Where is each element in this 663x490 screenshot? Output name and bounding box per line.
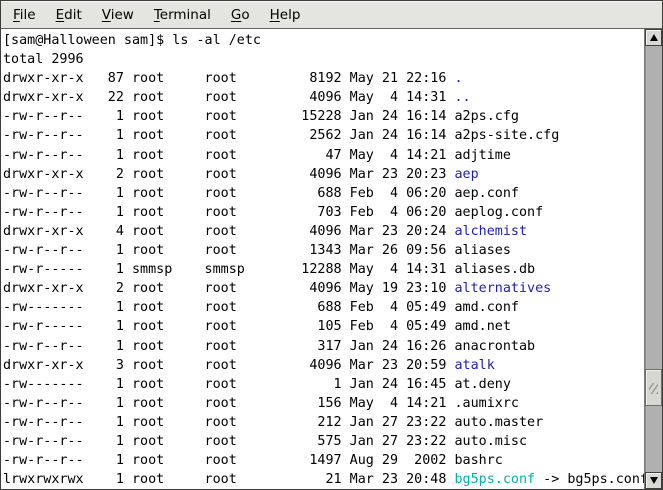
prompt-line: [sam@Halloween sam]$ ls -al /etc <box>3 31 644 50</box>
terminal-text: -rw-r--r-- 1 root root 2562 Jan 24 16:14 <box>3 128 454 143</box>
terminal-text: lrwxrwxrwx 1 root root 21 Mar 23 20:48 <box>3 472 454 487</box>
terminal-text: drwxr-xr-x 2 root root 4096 Mar 23 20:23 <box>3 167 454 182</box>
terminal-text: drwxr-xr-x 4 root root 4096 Mar 23 20:24 <box>3 224 454 239</box>
terminal-line: -rw-r----- 1 root root 105 Feb 4 05:49 a… <box>3 317 644 336</box>
directory-name: aep <box>454 167 478 182</box>
terminal-line: -rw------- 1 root root 1 Jan 24 16:45 at… <box>3 375 644 394</box>
terminal-text: -rw-r--r-- 1 root root 317 Jan 24 16:26 <box>3 339 454 354</box>
terminal-text: bashrc <box>454 453 502 468</box>
terminal-line: lrwxrwxrwx 1 root root 21 Mar 23 20:48 b… <box>3 470 644 489</box>
terminal-text: aliases <box>454 243 510 258</box>
terminal-text: -rw-r--r-- 1 root root 575 Jan 27 23:22 <box>3 434 454 449</box>
terminal-line: drwxr-xr-x 22 root root 4096 May 4 14:31… <box>3 88 644 107</box>
total-line: total 2996 <box>3 50 644 69</box>
terminal-text: amd.conf <box>454 300 519 315</box>
terminal-text: -rw-r--r-- 1 root root 156 May 4 14:21 <box>3 396 454 411</box>
terminal-text: -rw------- 1 root root 688 Feb 4 05:49 <box>3 300 454 315</box>
terminal-text: -rw-r--r-- 1 root root 212 Jan 27 23:22 <box>3 415 454 430</box>
scroll-down-button[interactable] <box>645 472 662 489</box>
directory-name: . <box>454 71 462 86</box>
terminal-line: -rw-r--r-- 1 root root 2562 Jan 24 16:14… <box>3 126 644 145</box>
down-arrow-icon <box>650 477 658 484</box>
terminal-text: at.deny <box>454 377 510 392</box>
symlink-name: bg5ps.conf <box>454 472 535 487</box>
menu-view[interactable]: View <box>92 3 144 27</box>
up-arrow-icon <box>650 34 658 41</box>
terminal-text: adjtime <box>454 148 510 163</box>
terminal-text: aliases.db <box>454 262 535 277</box>
menu-terminal[interactable]: Terminal <box>144 3 221 27</box>
terminal-line: -rw-r--r-- 1 root root 1343 Mar 26 09:56… <box>3 241 644 260</box>
menu-bar: FileEditViewTerminalGoHelp <box>1 1 662 29</box>
directory-name: .. <box>454 90 470 105</box>
terminal-text: [sam@Halloween sam]$ ls -al /etc <box>3 33 261 48</box>
terminal-text: .aumixrc <box>454 396 519 411</box>
terminal-text: aeplog.conf <box>454 205 543 220</box>
terminal-text: drwxr-xr-x 3 root root 4096 Mar 23 20:59 <box>3 358 454 373</box>
terminal-line: -rw-r--r-- 1 root root 47 May 4 14:21 ad… <box>3 146 644 165</box>
scrollbar[interactable] <box>644 29 662 489</box>
scroll-up-button[interactable] <box>645 29 662 46</box>
terminal-text: drwxr-xr-x 87 root root 8192 May 21 22:1… <box>3 71 454 86</box>
menu-file[interactable]: File <box>3 3 46 27</box>
terminal-text: -rw-r--r-- 1 root root 688 Feb 4 06:20 <box>3 186 454 201</box>
terminal-line: -rw-r--r-- 1 root root 688 Feb 4 06:20 a… <box>3 184 644 203</box>
terminal-text: anacrontab <box>454 339 535 354</box>
terminal-line: -rw-r--r-- 1 root root 156 May 4 14:21 .… <box>3 394 644 413</box>
terminal-text: -rw-r--r-- 1 root root 1343 Mar 26 09:56 <box>3 243 454 258</box>
terminal-text: a2ps.cfg <box>454 109 519 124</box>
terminal-line: drwxr-xr-x 87 root root 8192 May 21 22:1… <box>3 69 644 88</box>
terminal-text: amd.net <box>454 319 510 334</box>
terminal-line: -rw------- 1 root root 688 Feb 4 05:49 a… <box>3 298 644 317</box>
terminal-text: drwxr-xr-x 22 root root 4096 May 4 14:31 <box>3 90 454 105</box>
terminal-line: -rw-r--r-- 1 root root 1497 Aug 29 2002 … <box>3 451 644 470</box>
terminal-window: FileEditViewTerminalGoHelp [sam@Hallowee… <box>0 0 663 490</box>
terminal-text: total 2996 <box>3 52 84 67</box>
terminal-line: drwxr-xr-x 4 root root 4096 Mar 23 20:24… <box>3 222 644 241</box>
terminal-text: -rw-r--r-- 1 root root 703 Feb 4 06:20 <box>3 205 454 220</box>
terminal-text: -rw-r----- 1 root root 105 Feb 4 05:49 <box>3 319 454 334</box>
terminal-line: -rw-r--r-- 1 root root 15228 Jan 24 16:1… <box>3 107 644 126</box>
scrollbar-thumb[interactable] <box>645 369 662 406</box>
directory-name: atalk <box>454 358 494 373</box>
terminal-line: drwxr-xr-x 2 root root 4096 May 19 23:10… <box>3 279 644 298</box>
terminal-screen[interactable]: [sam@Halloween sam]$ ls -al /etc total 29… <box>1 29 644 489</box>
terminal-text: drwxr-xr-x 2 root root 4096 May 19 23:10 <box>3 281 454 296</box>
terminal-line: -rw-r--r-- 1 root root 575 Jan 27 23:22 … <box>3 432 644 451</box>
terminal-text: -rw-r--r-- 1 root root 15228 Jan 24 16:1… <box>3 109 454 124</box>
terminal-line: -rw-r----- 1 smmsp smmsp 12288 May 4 14:… <box>3 260 644 279</box>
terminal-text: auto.misc <box>454 434 527 449</box>
terminal-text: aep.conf <box>454 186 519 201</box>
terminal-line: drwxr-xr-x 2 root root 4096 Mar 23 20:23… <box>3 165 644 184</box>
terminal-line: -rw-r--r-- 1 root root 703 Feb 4 06:20 a… <box>3 203 644 222</box>
terminal-text: a2ps-site.cfg <box>454 128 559 143</box>
terminal-text: -rw------- 1 root root 1 Jan 24 16:45 <box>3 377 454 392</box>
terminal-text: -rw-r--r-- 1 root root 1497 Aug 29 2002 <box>3 453 454 468</box>
terminal-line: -rw-r--r-- 1 root root 212 Jan 27 23:22 … <box>3 413 644 432</box>
menu-edit[interactable]: Edit <box>46 3 92 27</box>
terminal-line: -rw-r--r-- 1 root root 317 Jan 24 16:26 … <box>3 337 644 356</box>
terminal-text: -rw-r----- 1 smmsp smmsp 12288 May 4 14:… <box>3 262 454 277</box>
directory-name: alternatives <box>454 281 551 296</box>
terminal-body: [sam@Halloween sam]$ ls -al /etc total 29… <box>1 29 662 489</box>
terminal-text: -> bg5ps.conf <box>535 472 644 487</box>
menu-help[interactable]: Help <box>260 3 311 27</box>
menu-go[interactable]: Go <box>221 3 260 27</box>
scrollbar-trough[interactable] <box>645 46 662 472</box>
directory-name: alchemist <box>454 224 527 239</box>
terminal-line: drwxr-xr-x 3 root root 4096 Mar 23 20:59… <box>3 356 644 375</box>
terminal-text: auto.master <box>454 415 543 430</box>
terminal-text: -rw-r--r-- 1 root root 47 May 4 14:21 <box>3 148 454 163</box>
